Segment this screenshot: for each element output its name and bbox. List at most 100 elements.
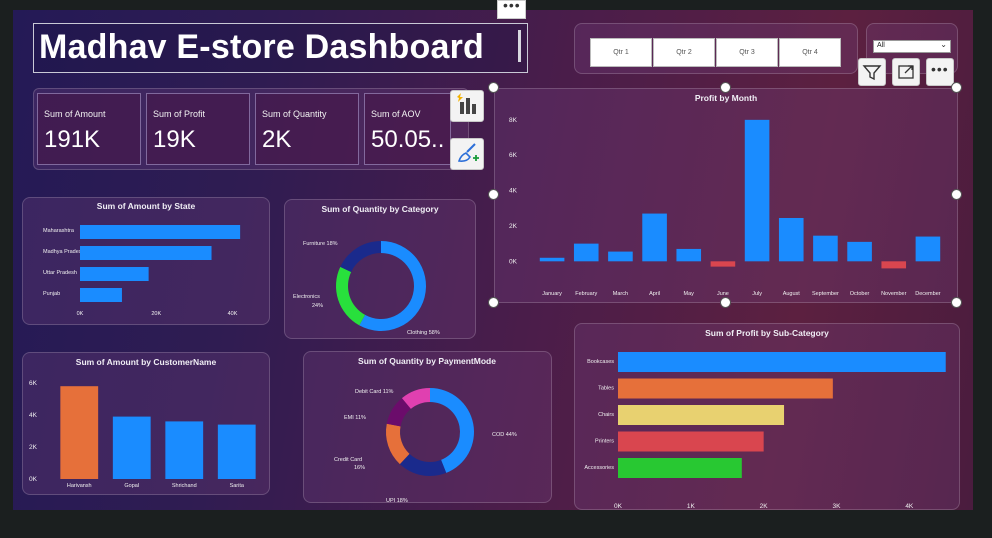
y-tick-label: 0K [509,258,518,265]
resize-handle-mr[interactable] [951,189,962,200]
x-tick-label: October [850,291,870,297]
y-tick-label: Accessories [584,465,614,471]
y-tick-label: Bookcases [587,359,614,365]
quantity-by-paymentmode-chart: Sum of Quantity by PaymentMode COD 44% UP… [334,356,517,502]
slice-label: EMI 11% [344,415,366,421]
y-tick-label: Maharashtra [43,228,75,234]
bar [80,288,122,302]
kpi-card-aov[interactable]: Sum of AOV 50.05.. [364,93,451,165]
x-tick-label: February [575,291,597,297]
x-tick-label: July [752,291,762,297]
resize-handle-tc[interactable] [720,82,731,93]
bar [618,378,833,399]
slicer-qtr2[interactable]: Qtr 2 [653,38,715,67]
dropdown-value: All [877,42,885,49]
resize-handle-br[interactable] [951,297,962,308]
amount-by-state-panel[interactable]: Sum of Amount by State Maharashtra Madhya… [22,197,270,325]
resize-handle-bc[interactable] [720,297,731,308]
y-tick-label: Printers [595,439,614,445]
slicer-qtr4[interactable]: Qtr 4 [779,38,841,67]
focus-mode-icon[interactable] [892,58,920,86]
bar [710,261,736,267]
bar [618,405,785,425]
x-tick-label: Gopal [124,483,139,489]
more-options-icon[interactable]: ••• [926,58,954,86]
profit-by-subcategory-chart: Sum of Profit by Sub-Category Bookcases T… [584,328,946,509]
kpi-label: Sum of Profit [153,109,206,119]
x-tick-label: May [684,291,695,297]
slice-label: Furniture 18% [303,241,338,247]
kpi-value: 191K [44,126,101,153]
chart-title: Sum of Quantity by Category [321,204,438,214]
resize-handle-tr[interactable] [951,82,962,93]
chart-title: Sum of Quantity by PaymentMode [358,356,496,366]
x-tick-label: August [783,291,801,297]
more-options-icon[interactable]: ••• [497,0,526,19]
dashboard-title-box[interactable]: Madhav E-store Dashboard [33,23,528,73]
donut-slice [340,241,381,272]
chevron-down-icon: ⌄ [940,40,947,49]
bar [80,267,149,281]
bar [847,241,872,262]
slicer-qtr3[interactable]: Qtr 3 [716,38,778,67]
quantity-by-category-panel[interactable]: Sum of Quantity by Category Clothing 58%… [284,199,476,339]
kpi-value: 2K [262,126,292,153]
bar [778,217,804,262]
profit-by-month-panel[interactable]: Profit by Month 0K 2K 4K 6K 8K January Februar… [494,88,958,303]
y-tick-label: Madhya Pradesh [43,249,85,255]
y-tick-label: Chairs [598,412,614,418]
kpi-label: Sum of Amount [44,109,106,119]
chart-type-icon[interactable] [450,90,484,122]
slice-label: UPI 18% [386,498,408,502]
y-tick-label: Tables [598,386,614,392]
bar [881,261,907,269]
x-tick-label: Shrichand [172,483,197,489]
y-tick-label: 4K [29,412,38,419]
slicer-qtr1[interactable]: Qtr 1 [590,38,652,67]
bar [112,416,151,479]
slice-label: Electronics [293,294,320,300]
kpi-card-quantity[interactable]: Sum of Quantity 2K [255,93,359,165]
bar [217,424,256,479]
amount-by-state-chart: Sum of Amount by State Maharashtra Madhya… [43,201,241,317]
x-tick-label: November [881,291,907,297]
x-tick-label: 0K [614,503,623,509]
x-tick-label: 0K [77,311,84,317]
donut-slice [399,453,447,476]
bar [80,225,241,239]
bar [676,248,702,262]
chart-title: Sum of Profit by Sub-Category [705,328,829,338]
x-tick-label: Sarita [230,483,245,489]
resize-handle-tl[interactable] [488,82,499,93]
y-tick-label: Uttar Pradesh [43,270,77,276]
x-tick-label: 1K [687,503,696,509]
x-tick-label: 3K [833,503,842,509]
format-brush-icon[interactable] [450,138,484,170]
chart-title: Sum of Amount by State [97,201,196,211]
resize-handle-ml[interactable] [488,189,499,200]
slice-label: 24% [312,303,323,309]
y-tick-label: 2K [29,444,38,451]
dropdown-slicer[interactable]: All ⌄ [873,40,951,53]
amount-by-customer-panel[interactable]: Sum of Amount by CustomerName 0K 2K 4K 6K Ha… [22,352,270,495]
bar [618,431,764,452]
bar [618,458,742,478]
donut-slice [336,266,366,326]
kpi-value: 50.05.. [371,126,445,153]
kpi-card-profit[interactable]: Sum of Profit 19K [146,93,250,165]
bar [608,251,633,262]
filter-icon[interactable] [858,58,886,86]
profit-by-subcategory-panel[interactable]: Sum of Profit by Sub-Category Bookcases T… [574,323,960,510]
resize-handle-bl[interactable] [488,297,499,308]
y-tick-label: 4K [509,188,518,195]
kpi-card-amount[interactable]: Sum of Amount 191K [37,93,141,165]
x-tick-label: June [717,291,729,297]
donut-slice [430,388,474,473]
y-tick-label: 8K [509,117,518,124]
x-tick-label: December [915,291,941,297]
kpi-value: 19K [153,126,196,153]
y-tick-label: 6K [29,380,38,387]
quantity-by-paymentmode-panel[interactable]: Sum of Quantity by PaymentMode COD 44% UP… [303,351,552,503]
y-tick-label: Punjab [43,291,60,297]
chart-title: Sum of Amount by CustomerName [76,357,217,367]
